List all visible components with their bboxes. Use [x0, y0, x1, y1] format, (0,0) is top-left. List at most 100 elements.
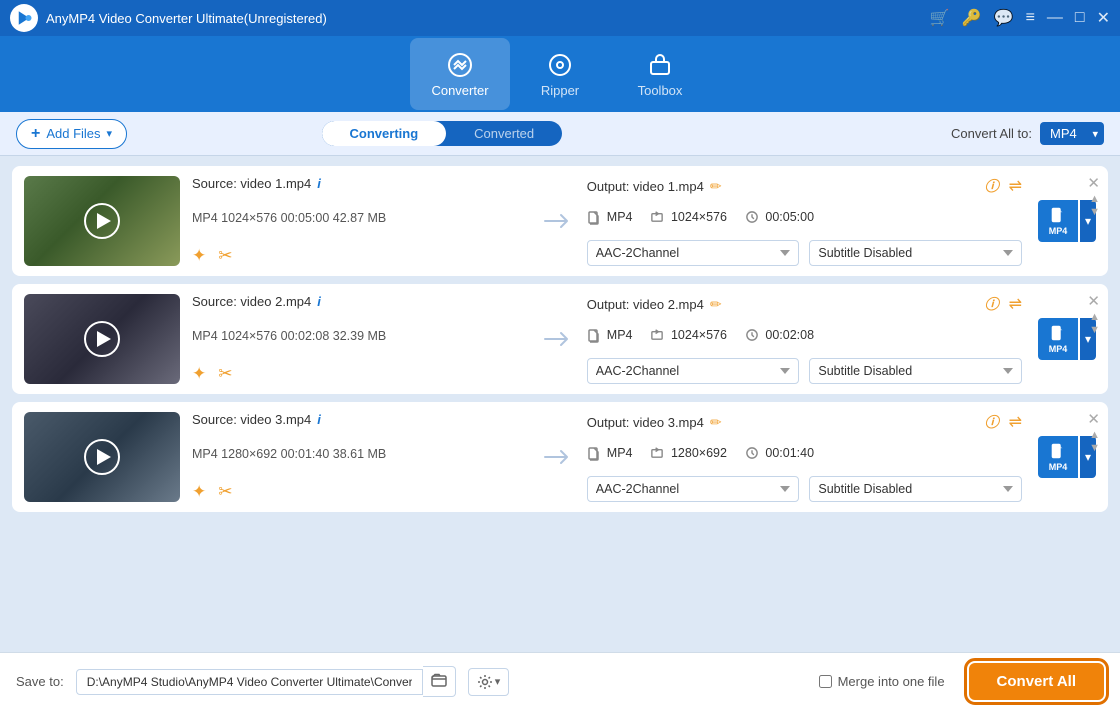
info-icon-1[interactable]: i	[317, 176, 321, 191]
edit-icon-2[interactable]: ✏	[710, 296, 722, 313]
action-icons-3: ✦ ✂	[192, 482, 527, 502]
subtitle-select-3[interactable]: Subtitle Disabled	[809, 476, 1022, 502]
cart-icon[interactable]: 🛒	[930, 8, 950, 28]
save-to-label: Save to:	[16, 674, 64, 689]
output-actions-2: ⓘ ⇌	[985, 294, 1022, 314]
audio-select-3[interactable]: AAC-2Channel	[587, 476, 800, 502]
video-card-2: Source: video 2.mp4 i MP4 1024×576 00:02…	[12, 284, 1108, 394]
output-dur-1: 00:05:00	[745, 210, 814, 225]
output-settings-icon-3[interactable]: ⇌	[1009, 412, 1022, 432]
meta-line-2: MP4 1024×576 00:02:08 32.39 MB	[192, 329, 527, 343]
star-icon-2[interactable]: ✦	[192, 364, 206, 384]
output-format-button-1[interactable]: MP4	[1038, 200, 1078, 242]
video-thumbnail-1[interactable]	[24, 176, 180, 266]
browse-folder-button[interactable]	[423, 666, 456, 697]
arrow-separator-2	[539, 294, 575, 384]
cut-icon-1[interactable]: ✂	[218, 246, 232, 266]
gear-dropdown-icon: ▾	[495, 675, 501, 688]
output-actions-1: ⓘ ⇌	[985, 176, 1022, 196]
tab-converter[interactable]: Converter	[410, 38, 510, 110]
info-icon-3[interactable]: i	[317, 412, 321, 427]
play-button-2[interactable]	[84, 321, 120, 357]
cut-icon-3[interactable]: ✂	[218, 482, 232, 502]
output-info-icon-2[interactable]: ⓘ	[985, 294, 999, 314]
output-res-3: 1280×692	[650, 446, 726, 461]
audio-select-1[interactable]: AAC-2Channel	[587, 240, 800, 266]
output-meta-2: MP4 1024×576 00:02:08	[587, 328, 1022, 343]
output-name-1: Output: video 1.mp4 ✏	[587, 178, 722, 195]
tab-toolbox[interactable]: Toolbox	[610, 38, 710, 110]
subtitle-select-2[interactable]: Subtitle Disabled	[809, 358, 1022, 384]
card-nav-2: ▲ ▼	[1089, 312, 1100, 336]
output-format-2: MP4	[587, 328, 633, 343]
edit-icon-1[interactable]: ✏	[710, 178, 722, 195]
maximize-button[interactable]: □	[1075, 9, 1085, 27]
output-format-button-3[interactable]: MP4	[1038, 436, 1078, 478]
output-panel-2: Output: video 2.mp4 ✏ ⓘ ⇌ MP4 1024×576	[587, 294, 1022, 384]
tab-converting[interactable]: Converting	[322, 121, 447, 146]
info-icon-2[interactable]: i	[317, 294, 321, 309]
card-nav-up-1[interactable]: ▲	[1089, 194, 1100, 205]
card-nav-down-3[interactable]: ▼	[1089, 443, 1100, 454]
card-nav-up-2[interactable]: ▲	[1089, 312, 1100, 323]
merge-checkbox[interactable]	[819, 675, 832, 688]
close-button[interactable]: ✕	[1097, 8, 1110, 28]
chat-icon[interactable]: 💬	[994, 8, 1014, 28]
output-selects-1: AAC-2Channel Subtitle Disabled	[587, 240, 1022, 266]
subtitle-select-1[interactable]: Subtitle Disabled	[809, 240, 1022, 266]
convert-all-to: Convert All to: MP4 MKV AVI MOV	[951, 122, 1104, 145]
app-title: AnyMP4 Video Converter Ultimate(Unregist…	[46, 11, 930, 26]
card-nav-down-2[interactable]: ▼	[1089, 325, 1100, 336]
action-icons-1: ✦ ✂	[192, 246, 527, 266]
settings-button[interactable]: ▾	[468, 668, 510, 696]
tab-converted[interactable]: Converted	[446, 121, 562, 146]
menu-icon[interactable]: ≡	[1026, 9, 1035, 27]
tab-ripper[interactable]: Ripper	[510, 38, 610, 110]
source-line-3: Source: video 3.mp4 i	[192, 412, 527, 427]
minimize-button[interactable]: —	[1047, 9, 1063, 27]
arrow-separator-1	[539, 176, 575, 266]
user-icon[interactable]: 🔑	[962, 8, 982, 28]
card-nav-1: ▲ ▼	[1089, 194, 1100, 218]
source-line-1: Source: video 1.mp4 i	[192, 176, 527, 191]
card-close-1[interactable]: ✕	[1087, 174, 1100, 192]
card-close-2[interactable]: ✕	[1087, 292, 1100, 310]
edit-icon-3[interactable]: ✏	[710, 414, 722, 431]
star-icon-3[interactable]: ✦	[192, 482, 206, 502]
video-info-1: Source: video 1.mp4 i MP4 1024×576 00:05…	[192, 176, 527, 266]
star-icon-1[interactable]: ✦	[192, 246, 206, 266]
format-select[interactable]: MP4 MKV AVI MOV	[1040, 122, 1104, 145]
output-top-3: Output: video 3.mp4 ✏ ⓘ ⇌	[587, 412, 1022, 432]
output-info-icon-1[interactable]: ⓘ	[985, 176, 999, 196]
play-button-1[interactable]	[84, 203, 120, 239]
toolbar: + Add Files ▾ Converting Converted Conve…	[0, 112, 1120, 156]
video-list: Source: video 1.mp4 i MP4 1024×576 00:05…	[0, 156, 1120, 652]
add-files-button[interactable]: + Add Files ▾	[16, 119, 127, 149]
output-format-button-2[interactable]: MP4	[1038, 318, 1078, 360]
output-meta-1: MP4 1024×576 00:05:00	[587, 210, 1022, 225]
video-card-1: Source: video 1.mp4 i MP4 1024×576 00:05…	[12, 166, 1108, 276]
save-path-wrap	[76, 666, 456, 697]
save-path-input[interactable]	[76, 669, 423, 695]
nav-bar: Converter Ripper Toolbox	[0, 36, 1120, 112]
action-icons-2: ✦ ✂	[192, 364, 527, 384]
output-info-icon-3[interactable]: ⓘ	[985, 412, 999, 432]
output-settings-icon-1[interactable]: ⇌	[1009, 176, 1022, 196]
output-settings-icon-2[interactable]: ⇌	[1009, 294, 1022, 314]
audio-select-2[interactable]: AAC-2Channel	[587, 358, 800, 384]
play-button-3[interactable]	[84, 439, 120, 475]
card-close-3[interactable]: ✕	[1087, 410, 1100, 428]
output-top-1: Output: video 1.mp4 ✏ ⓘ ⇌	[587, 176, 1022, 196]
video-thumbnail-2[interactable]	[24, 294, 180, 384]
source-line-2: Source: video 2.mp4 i	[192, 294, 527, 309]
convert-all-button[interactable]: Convert All	[969, 663, 1104, 700]
output-format-1: MP4	[587, 210, 633, 225]
video-thumbnail-3[interactable]	[24, 412, 180, 502]
title-bar: AnyMP4 Video Converter Ultimate(Unregist…	[0, 0, 1120, 36]
meta-line-1: MP4 1024×576 00:05:00 42.87 MB	[192, 211, 527, 225]
card-nav-down-1[interactable]: ▼	[1089, 207, 1100, 218]
card-nav-up-3[interactable]: ▲	[1089, 430, 1100, 441]
dropdown-arrow-icon: ▾	[107, 127, 113, 140]
meta-line-3: MP4 1280×692 00:01:40 38.61 MB	[192, 447, 527, 461]
cut-icon-2[interactable]: ✂	[218, 364, 232, 384]
